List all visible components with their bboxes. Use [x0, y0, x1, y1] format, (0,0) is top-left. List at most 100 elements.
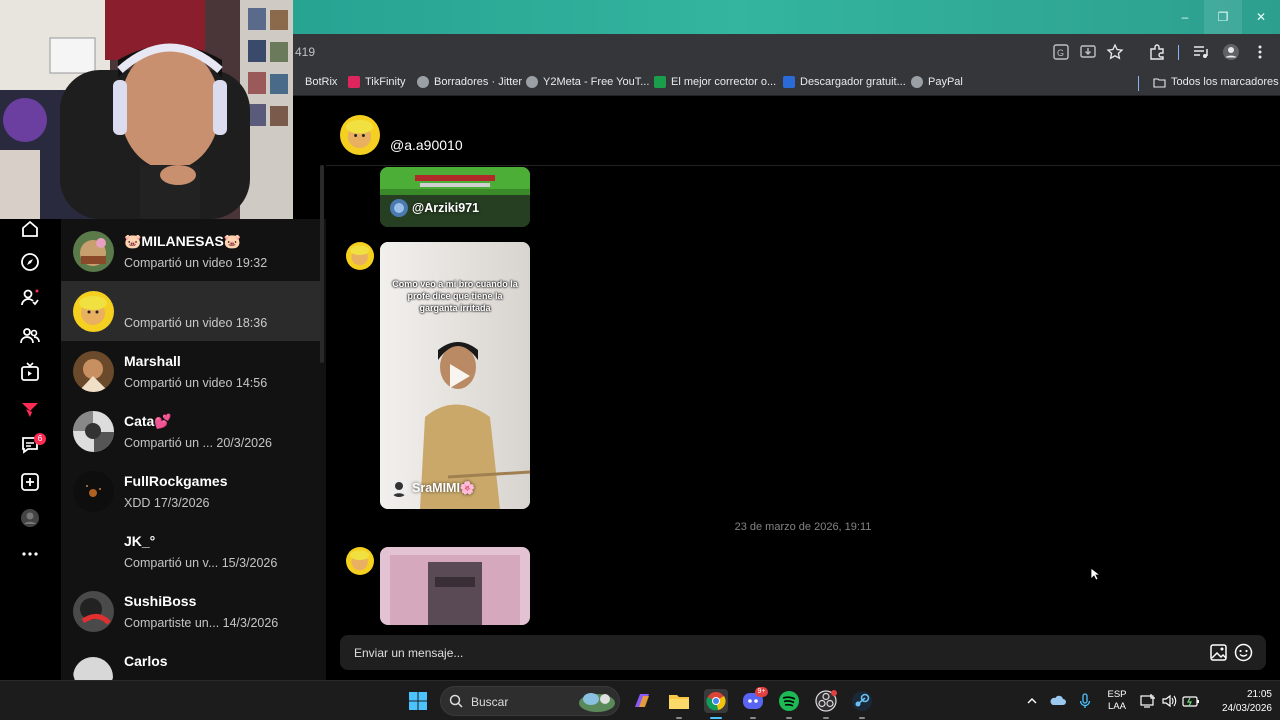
extensions-icon[interactable] [1148, 43, 1166, 61]
friends-icon[interactable] [20, 326, 40, 346]
close-button[interactable]: ✕ [1242, 0, 1280, 34]
conversation-item[interactable]: Cata💕 Compartió un ... 20/3/2026 [61, 401, 320, 461]
conversation-item[interactable]: SushiBoss Compartiste un... 14/3/2026 [61, 581, 320, 641]
upload-icon[interactable] [20, 399, 40, 419]
add-icon[interactable] [20, 472, 40, 492]
bookmark-tikfinity[interactable]: TikFinity [348, 76, 406, 88]
install-app-icon[interactable] [1079, 43, 1097, 61]
sender-avatar[interactable] [346, 242, 374, 270]
bookmark-descargador[interactable]: Descargador gratuit... [783, 76, 906, 88]
running-indicator [676, 717, 682, 719]
streamer-camera-image [0, 0, 293, 219]
address-bar: 419 G [293, 34, 1280, 71]
video-caption: Como veo a mi bro cuando la profe dice q… [392, 279, 518, 313]
video-author: @Arziki971 [390, 199, 479, 217]
bookmark-star-icon[interactable] [1106, 43, 1124, 61]
bookmark-corrector[interactable]: El mejor corrector o... [654, 76, 776, 88]
chrome-icon[interactable] [704, 689, 728, 713]
author-avatar [390, 199, 408, 217]
browser-menu-icon[interactable] [1251, 43, 1269, 61]
live-icon[interactable] [20, 362, 40, 382]
avatar [73, 411, 114, 452]
shared-video-card[interactable] [380, 547, 530, 625]
taskbar-search[interactable]: Buscar [440, 686, 620, 716]
conversation-preview: Compartió un ... 20/3/2026 [124, 436, 273, 450]
conversation-item[interactable]: JK_° Compartió un v... 15/3/2026 [61, 521, 320, 581]
conversation-item[interactable]: Marshall Compartió un video 14:56 [61, 341, 320, 401]
all-bookmarks-folder[interactable]: Todos los marcadores [1153, 76, 1279, 88]
conversation-preview: Compartió un v... 15/3/2026 [124, 556, 278, 570]
conversation-name: Marshall [124, 353, 181, 369]
corrector-icon [654, 76, 666, 88]
search-icon [449, 694, 463, 708]
discord-badge: 9+ [755, 687, 768, 697]
profile-avatar-icon[interactable] [1222, 43, 1240, 61]
mouse-cursor-icon [1090, 567, 1100, 581]
spotify-icon[interactable] [777, 689, 801, 713]
minimize-button[interactable]: – [1166, 0, 1204, 34]
windows-start-icon[interactable] [406, 689, 430, 713]
video-author: SraMIMI🌸 [390, 479, 476, 497]
conversation-list: 🐷MILANESAS🐷 Compartió un video 19:32 Com… [61, 219, 326, 680]
bookmark-label: Y2Meta - Free YouT... [543, 76, 650, 88]
url-text[interactable]: 419 [295, 45, 315, 59]
system-clock[interactable]: 21:05 24/03/2026 [1208, 688, 1272, 716]
bookmark-label: Descargador gratuit... [800, 76, 906, 88]
chat-username[interactable]: @a.a90010 [390, 137, 463, 153]
search-label: Buscar [471, 695, 509, 709]
profile-icon[interactable] [20, 508, 40, 528]
sender-avatar[interactable] [346, 547, 374, 575]
copilot-icon[interactable] [630, 689, 654, 713]
conversation-item[interactable]: FullRockgames XDD 17/3/2026 [61, 461, 320, 521]
tikfinity-icon [348, 76, 360, 88]
conversation-item[interactable]: Carlos [61, 641, 320, 680]
active-indicator [710, 717, 722, 719]
home-icon[interactable] [20, 219, 40, 239]
restore-button[interactable]: ❐ [1204, 0, 1242, 34]
chat-header: @a.a90010 [326, 96, 1280, 166]
avatar [73, 351, 114, 392]
chevron-up-icon[interactable] [1026, 695, 1038, 707]
conversation-name: JK_° [124, 533, 156, 549]
volume-icon[interactable] [1161, 693, 1177, 709]
conversation-list-scrollbar[interactable] [320, 165, 324, 363]
clock-time: 21:05 [1246, 689, 1272, 700]
emoji-icon[interactable] [1234, 643, 1253, 662]
onedrive-icon[interactable] [1050, 693, 1066, 709]
media-controls-icon[interactable] [1192, 43, 1210, 61]
bookmark-label: Todos los marcadores [1171, 76, 1279, 88]
following-icon[interactable] [20, 288, 40, 308]
conversation-item[interactable]: 🐷MILANESAS🐷 Compartió un video 19:32 [61, 221, 320, 281]
bookmark-paypal[interactable]: PayPal [911, 76, 963, 88]
shared-video-card[interactable]: Como veo a mi bro cuando la profe dice q… [380, 242, 530, 509]
explore-icon[interactable] [20, 252, 40, 272]
more-icon[interactable] [20, 544, 40, 564]
message-thread: @Arziki971 Como veo a mi bro cuando la p… [326, 167, 1280, 625]
chat-panel: @a.a90010 @Arziki971 Como veo a mi bro c… [326, 96, 1280, 680]
language-indicator[interactable]: ESP LAA [1104, 689, 1130, 713]
search-highlight-image [579, 693, 615, 712]
running-indicator [823, 717, 829, 719]
toolbar-divider [1178, 45, 1179, 60]
bookmark-label: BotRix [305, 76, 338, 88]
bookmark-y2meta[interactable]: Y2Meta - Free YouT... [526, 76, 649, 88]
shared-video-card[interactable]: @Arziki971 [380, 167, 530, 227]
image-upload-icon[interactable] [1209, 643, 1228, 662]
avatar [73, 591, 114, 632]
conversation-item-active[interactable]: Compartió un video 18:36 [61, 281, 320, 341]
steam-icon[interactable] [850, 689, 874, 713]
globe-icon [911, 76, 923, 88]
microphone-icon[interactable] [1078, 693, 1092, 709]
bookmark-botrix[interactable]: BotRix [305, 76, 337, 88]
battery-icon[interactable] [1182, 693, 1200, 709]
avatar [73, 531, 114, 572]
message-input[interactable] [354, 635, 1194, 670]
file-explorer-icon[interactable] [667, 689, 691, 713]
avatar[interactable] [340, 115, 380, 155]
obs-icon[interactable] [814, 689, 838, 713]
bookmark-jitter[interactable]: Borradores · Jitter [417, 76, 522, 88]
network-icon[interactable] [1140, 693, 1156, 709]
conversation-name: SushiBoss [124, 593, 197, 609]
conversation-preview: XDD 17/3/2026 [124, 496, 210, 510]
translate-icon[interactable]: G [1052, 43, 1070, 61]
